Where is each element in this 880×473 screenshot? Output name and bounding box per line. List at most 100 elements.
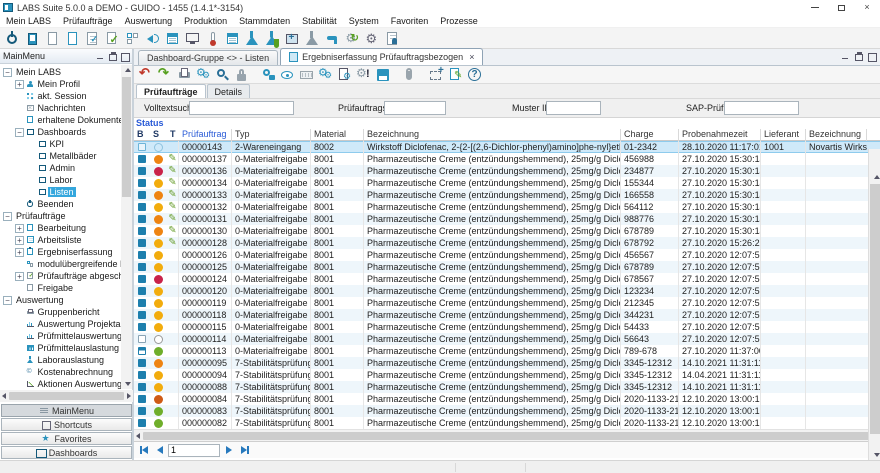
list-button[interactable] (222, 29, 242, 48)
flask-button[interactable] (242, 29, 262, 48)
collapse-icon[interactable] (3, 212, 12, 221)
eye-button[interactable] (278, 66, 297, 83)
column-header-pr-fauftrag[interactable]: Prüfauftrag (179, 129, 232, 141)
sidebar-item-arbeitsliste[interactable]: Arbeitsliste (0, 234, 122, 246)
document-outline-button[interactable] (62, 29, 82, 48)
panel-minimize-icon[interactable] (96, 52, 105, 61)
next-record-button[interactable] (221, 444, 236, 457)
sidebar-item-mein-profil[interactable]: Mein Profil (0, 78, 122, 90)
previous-record-button[interactable] (152, 444, 167, 457)
tab-close-icon[interactable]: × (469, 52, 474, 62)
table-row[interactable]: 0000000957-Stabilitätsprüfung8001Pharmaz… (134, 357, 880, 369)
document-button[interactable] (42, 29, 62, 48)
column-header-bezeichnung[interactable]: Bezeichnung (806, 129, 867, 141)
shortcuts-button[interactable]: Shortcuts (1, 418, 132, 431)
sidebar-item-pr-fauftr-ge[interactable]: Prüfaufträge (0, 210, 122, 222)
gear-alert-button[interactable] (354, 66, 373, 83)
favorites-button[interactable]: ★Favorites (1, 432, 132, 445)
sidebar-item-nachrichten[interactable]: Nachrichten (0, 102, 122, 114)
subtab-pr-fauftr-ge[interactable]: Prüfaufträge (136, 84, 206, 98)
mainmenu-button[interactable]: MainMenu (1, 404, 132, 417)
table-row[interactable]: ✎0000001340-Materialfreigabe8001Pharmaze… (134, 177, 880, 189)
sidebar-item-bearbeitung[interactable]: Bearbeitung (0, 222, 122, 234)
mdi-minimize-icon[interactable] (841, 52, 850, 61)
sidebar-item-laborauslastung[interactable]: Laborauslastung (0, 354, 122, 366)
table-row[interactable]: 0000000827-Stabilitätsprüfung8001Pharmaz… (134, 417, 880, 429)
record-number-input[interactable] (168, 444, 220, 457)
worklist-button[interactable] (162, 29, 182, 48)
column-header-typ[interactable]: Typ (232, 129, 311, 141)
column-header-probenahmezeit[interactable]: Probenahmezeit (679, 129, 761, 141)
column-header-bezeichnung[interactable]: Bezeichnung (364, 129, 621, 141)
sidebar-item-dashboards[interactable]: Dashboards (0, 126, 122, 138)
menu-produktion[interactable]: Produktion (178, 15, 233, 28)
undo-button[interactable] (137, 66, 156, 83)
column-header-material[interactable]: Material (311, 129, 364, 141)
sidebar-item-erhaltene-dokumente[interactable]: erhaltene Dokumente (0, 114, 122, 126)
table-row[interactable]: ✎0000001320-Materialfreigabe8001Pharmaze… (134, 201, 880, 213)
sidebar-item-metallb-der[interactable]: Metallbäder (0, 150, 122, 162)
table-row[interactable]: 0000001150-Materialfreigabe8001Pharmazeu… (134, 321, 880, 333)
table-row[interactable]: 0000001240-Materialfreigabe8001Pharmazeu… (134, 273, 880, 285)
sidebar-item-modul-bergreifende-liste[interactable]: modulübergreifende Liste (0, 258, 122, 270)
sidebar-item-pr-fauftr-ge-abgeschl[interactable]: Prüfaufträge abgeschl. (0, 270, 122, 282)
last-record-button[interactable] (237, 444, 252, 457)
expand-icon[interactable] (15, 80, 24, 89)
grid-vertical-scrollbar[interactable] (868, 172, 880, 460)
menu-prozesse[interactable]: Prozesse (434, 15, 484, 28)
sidebar-item-pr-fmittelauswertung[interactable]: Prüfmittelauswertung (0, 330, 122, 342)
column-header-s[interactable]: S (150, 129, 167, 141)
print-button[interactable] (175, 66, 194, 83)
expand-icon[interactable] (15, 272, 24, 281)
menu-stammdaten[interactable]: Stammdaten (233, 15, 296, 28)
column-header-lieferant[interactable]: Lieferant (761, 129, 806, 141)
muster-id-input[interactable] (546, 101, 601, 115)
collapse-icon[interactable] (3, 296, 12, 305)
grid-horizontal-scrollbar[interactable] (134, 429, 880, 441)
paperclip-button[interactable] (400, 66, 419, 83)
menu-stabilit-t[interactable]: Stabilität (296, 15, 343, 28)
table-row[interactable]: 0000001190-Materialfreigabe8001Pharmazeu… (134, 297, 880, 309)
image-add-button[interactable] (282, 29, 302, 48)
search-button[interactable] (213, 66, 232, 83)
gears-button[interactable] (194, 66, 213, 83)
table-row[interactable]: 0000000947-Stabilitätsprüfung8001Pharmaz… (134, 369, 880, 381)
sidebar-item-pr-fmittelauslastung[interactable]: Prüfmittelauslastung (0, 342, 122, 354)
sidebar-item-ergebniserfassung[interactable]: Ergebniserfassung (0, 246, 122, 258)
pr-fauftrags-id-input[interactable] (384, 101, 446, 115)
sidebar-item-mein-labs[interactable]: Mein LABS (0, 66, 122, 78)
modules-button[interactable] (122, 29, 142, 48)
table-row[interactable]: 000001432-Wareneingang8002Wirkstoff Dicl… (134, 141, 880, 153)
lock-button[interactable] (232, 66, 251, 83)
sidebar-item-aktionen-auswertung[interactable]: Aktionen Auswertung (0, 378, 122, 389)
menu-auswertung[interactable]: Auswertung (119, 15, 179, 28)
tab-dashboard-gruppe-listen[interactable]: Dashboard-Gruppe <> - Listen (138, 50, 278, 65)
add-frame-button[interactable] (427, 66, 446, 83)
table-row[interactable]: 0000000847-Stabilitätsprüfung8001Pharmaz… (134, 393, 880, 405)
sidebar-item-akt-session[interactable]: akt. Session (0, 90, 122, 102)
expand-icon[interactable] (15, 248, 24, 257)
sidebar-item-kpi[interactable]: KPI (0, 138, 122, 150)
monitor-chart-button[interactable] (182, 29, 202, 48)
subtab-details[interactable]: Details (207, 84, 251, 98)
expand-icon[interactable] (15, 236, 24, 245)
table-row[interactable]: 0000001180-Materialfreigabe8001Pharmazeu… (134, 309, 880, 321)
gears2-button[interactable] (316, 66, 335, 83)
clipboard-button[interactable] (22, 29, 42, 48)
close-icon[interactable]: × (854, 0, 880, 15)
table-row[interactable]: 0000000887-Stabilitätsprüfung8001Pharmaz… (134, 381, 880, 393)
table-row[interactable]: 0000001200-Materialfreigabe8001Pharmazeu… (134, 285, 880, 297)
sidebar-item-kostenabrechnung[interactable]: Kostenabrechnung (0, 366, 122, 378)
approve-button[interactable] (102, 29, 122, 48)
collapse-icon[interactable] (3, 68, 12, 77)
sidebar-item-admin[interactable]: Admin (0, 162, 122, 174)
table-row[interactable]: 0000001250-Materialfreigabe8001Pharmazeu… (134, 261, 880, 273)
tab-ergebniserfassung-pr-fauftragsbezogen[interactable]: Ergebniserfassung Prüfauftragsbezogen× (280, 48, 483, 65)
report-person-button[interactable] (382, 29, 402, 48)
panel-maximize-icon[interactable] (120, 52, 129, 61)
menu-pr-fauftr-ge[interactable]: Prüfaufträge (57, 15, 119, 28)
volltextsuche-input[interactable] (189, 101, 294, 115)
expand-icon[interactable] (15, 224, 24, 233)
column-header-b[interactable]: B (134, 129, 150, 141)
sync-gear-button[interactable] (342, 29, 362, 48)
